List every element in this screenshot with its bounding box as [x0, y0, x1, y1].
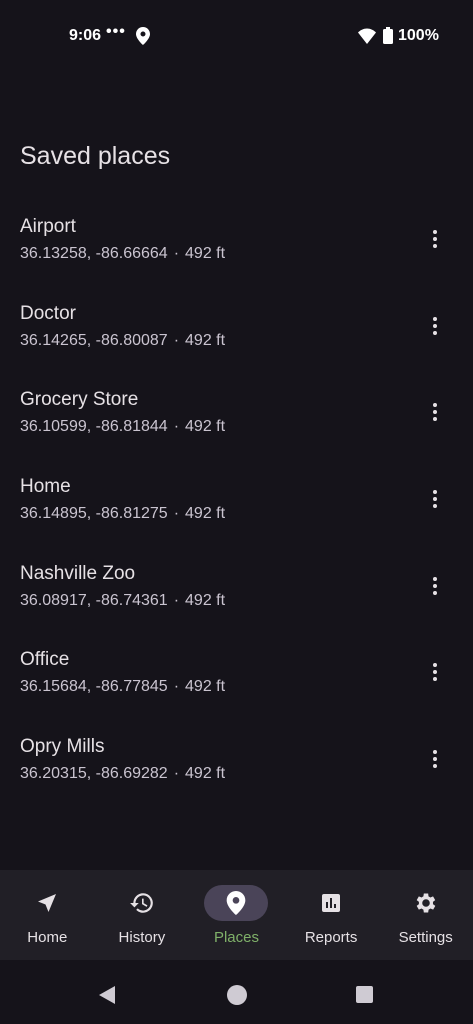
history-icon	[129, 893, 153, 913]
separator: ·	[173, 678, 180, 696]
nav-item-places[interactable]: Places	[189, 870, 284, 960]
nav-label: Reports	[304, 929, 358, 946]
more-options-button[interactable]	[425, 398, 445, 426]
more-options-button[interactable]	[425, 312, 445, 340]
place-details: 36.08917, -86.74361 · 492 ft	[20, 592, 225, 610]
place-altitude: 492 ft	[185, 418, 226, 436]
separator: ·	[173, 591, 180, 609]
more-vert-icon	[433, 750, 437, 755]
nav-label: Home	[27, 929, 68, 946]
list-item[interactable]: Grocery Store 36.10599, -86.81844 · 492 ft	[0, 383, 473, 470]
place-coords: 36.15684, -86.77845	[20, 678, 168, 696]
place-name: Airport	[20, 216, 76, 237]
place-name: Home	[20, 476, 71, 498]
more-vert-icon	[433, 403, 437, 408]
places-list: Airport 36.13258, -86.66664 · 492 ft Docto…	[0, 210, 473, 817]
gear-icon	[416, 893, 435, 913]
list-item[interactable]: Doctor 36.14265, -86.80087 · 492 ft	[0, 297, 473, 384]
place-coords: 36.08917, -86.74361	[20, 591, 168, 609]
place-details: 36.20315, -86.69282 · 492 ft	[20, 765, 225, 783]
place-details: 36.13258, -86.66664 · 492 ft	[20, 245, 225, 263]
more-options-button[interactable]	[425, 658, 445, 686]
battery-icon	[383, 27, 393, 44]
list-item[interactable]: Office 36.15684, -86.77845 · 492 ft	[0, 643, 473, 730]
place-altitude: 492 ft	[185, 505, 226, 523]
more-options-button[interactable]	[425, 485, 445, 513]
separator: ·	[173, 505, 180, 523]
status-bar: 9:06 ••• 100%	[0, 0, 473, 72]
more-vert-icon	[433, 316, 437, 321]
list-item[interactable]: Airport 36.13258, -86.66664 · 492 ft	[0, 210, 473, 297]
place-coords: 36.14895, -86.81275	[20, 505, 168, 523]
more-vert-icon	[433, 230, 437, 234]
list-item[interactable]: Nashville Zoo 36.08917, -86.74361 · 492 ft	[0, 557, 473, 644]
navigation-arrow-icon	[38, 894, 57, 912]
place-name: Nashville Zoo	[20, 562, 136, 584]
place-coords: 36.20315, -86.69282	[20, 765, 168, 783]
page-title: Saved places	[20, 142, 171, 170]
nav-item-reports[interactable]: Reports	[284, 870, 379, 960]
bar-chart-icon	[322, 894, 341, 912]
place-details: 36.14265, -86.80087 · 492 ft	[20, 332, 225, 350]
place-details: 36.10599, -86.81844 · 492 ft	[20, 418, 225, 436]
place-altitude: 492 ft	[185, 678, 226, 696]
nav-item-history[interactable]: History	[95, 870, 190, 960]
recents-square-icon[interactable]	[356, 986, 373, 1003]
separator: ·	[173, 245, 180, 262]
more-options-button[interactable]	[425, 745, 445, 773]
place-coords: 36.14265, -86.80087	[20, 331, 168, 349]
place-name: Doctor	[20, 302, 76, 324]
place-name: Grocery Store	[20, 389, 139, 411]
place-coords: 36.13258, -86.66664	[20, 245, 168, 262]
list-item[interactable]: Opry Mills 36.20315, -86.69282 · 492 ft	[0, 730, 473, 817]
place-details: 36.14895, -86.81275 · 492 ft	[20, 505, 225, 523]
separator: ·	[173, 331, 180, 349]
place-details: 36.15684, -86.77845 · 492 ft	[20, 678, 225, 696]
bottom-navigation: Home History Places Reports Settings	[0, 870, 473, 960]
place-name: Opry Mills	[20, 736, 105, 758]
battery-percent: 100%	[398, 27, 439, 44]
more-vert-icon	[433, 576, 437, 581]
nav-label: Settings	[398, 929, 453, 946]
back-icon[interactable]	[97, 984, 117, 1006]
more-vert-icon	[433, 490, 437, 495]
place-altitude: 492 ft	[185, 245, 226, 262]
more-options-button[interactable]	[425, 225, 445, 253]
nav-item-settings[interactable]: Settings	[378, 870, 473, 960]
status-time: 9:06	[69, 27, 102, 44]
location-icon	[136, 27, 150, 45]
nav-label: History	[118, 929, 166, 946]
separator: ·	[173, 765, 180, 783]
place-name: Office	[20, 649, 70, 671]
more-vert-icon	[433, 663, 437, 668]
place-altitude: 492 ft	[185, 331, 226, 349]
system-navigation-bar	[0, 960, 473, 1024]
place-altitude: 492 ft	[185, 765, 226, 783]
list-item[interactable]: Home 36.14895, -86.81275 · 492 ft	[0, 470, 473, 557]
place-coords: 36.10599, -86.81844	[20, 418, 168, 436]
more-options-button[interactable]	[425, 572, 445, 600]
separator: ·	[173, 418, 180, 436]
home-circle-icon[interactable]	[227, 985, 247, 1005]
place-pin-icon	[227, 891, 246, 915]
nav-item-home[interactable]: Home	[0, 870, 95, 960]
wifi-icon	[358, 28, 376, 44]
nav-label: Places	[213, 929, 259, 946]
notification-dots-icon: •••	[106, 23, 126, 40]
place-altitude: 492 ft	[185, 591, 226, 609]
